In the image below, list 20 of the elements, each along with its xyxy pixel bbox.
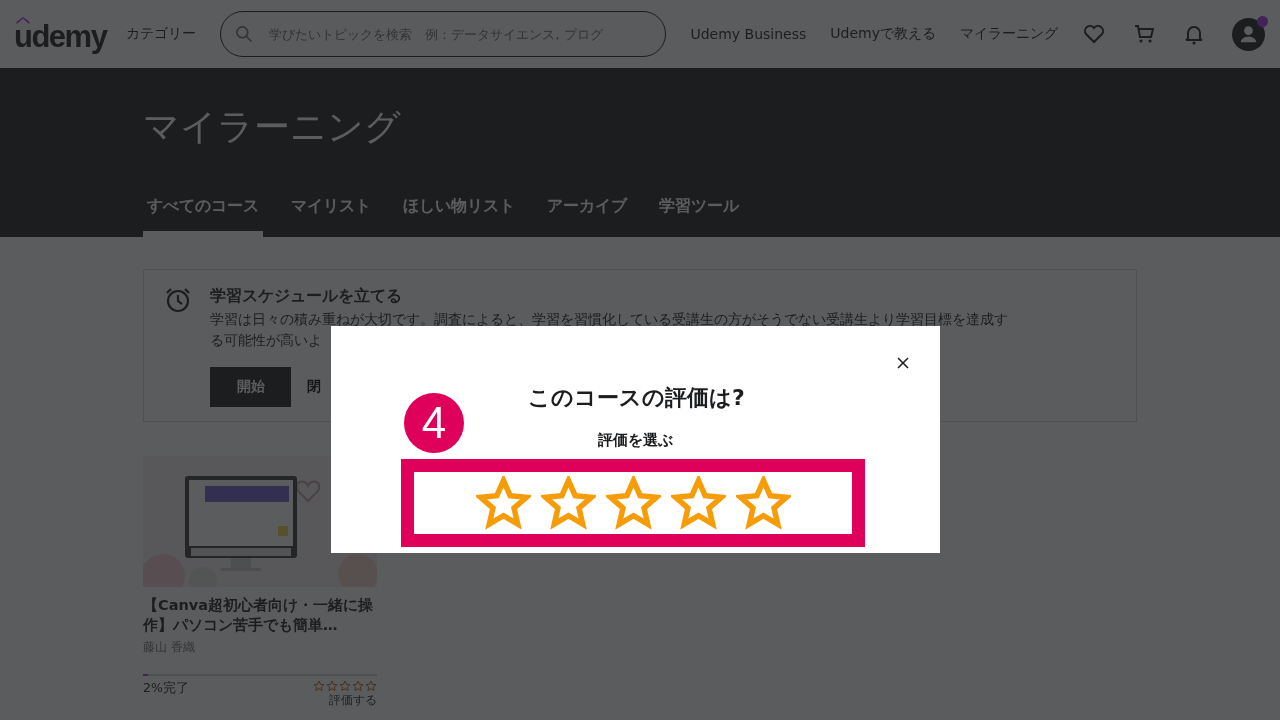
nav-link[interactable]: マイラーニング	[959, 25, 1058, 43]
page-title: マイラーニング	[143, 105, 402, 149]
star-icon[interactable]	[670, 475, 726, 531]
nav-link[interactable]: Udemyで教える	[830, 25, 936, 43]
course-title[interactable]: 【Canva超初心者向け・一緒に操作】パソコン苦手でも簡単…	[143, 595, 377, 635]
dialog-title: このコースの評価は?	[528, 384, 745, 412]
star-icon[interactable]	[475, 475, 531, 531]
star-icon[interactable]	[540, 475, 596, 531]
star-icon[interactable]	[605, 475, 661, 531]
star-icon[interactable]	[735, 475, 791, 531]
schedule-text: る可能性が高いよ	[210, 331, 322, 350]
schedule-text: 学習は日々の積み重ねが大切です。調査によると、学習を習慣化している受講生の方がそうでない受講生より学習目標を達成す	[210, 310, 1008, 329]
step-badge: 4	[404, 393, 464, 453]
schedule-title: 学習スケジュールを立てる	[210, 286, 402, 307]
dialog-subtitle: 評価を選ぶ	[598, 431, 673, 450]
categories-link[interactable]: カテゴリー	[126, 25, 197, 43]
progress-text: 2%完了	[143, 680, 189, 697]
nav-link[interactable]: Udemy Business	[690, 26, 807, 42]
close-icon[interactable]	[897, 357, 909, 369]
close-button[interactable]: 閉	[307, 367, 321, 407]
